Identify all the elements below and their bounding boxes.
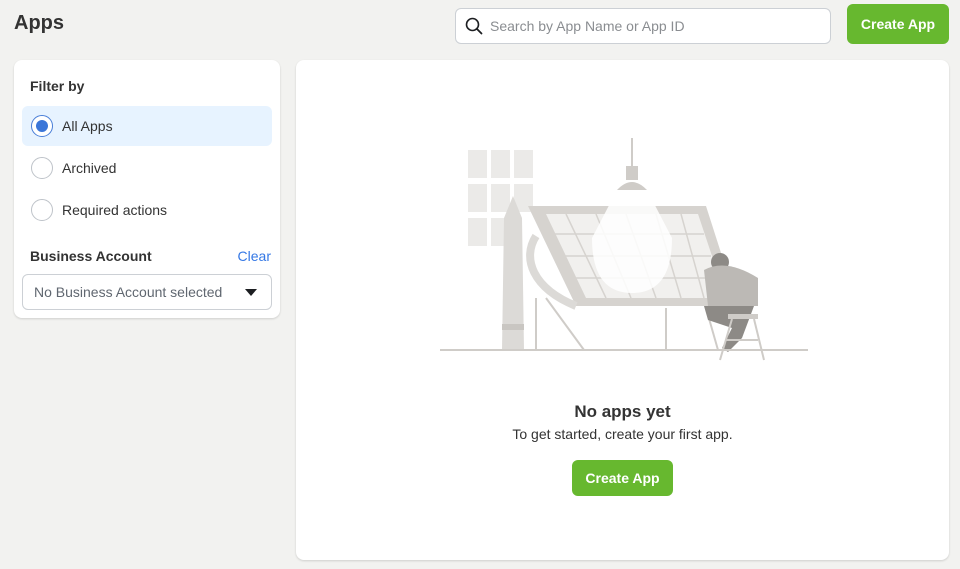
business-account-title: Business Account — [30, 248, 152, 264]
filter-title: Filter by — [30, 78, 85, 94]
empty-state-subtitle: To get started, create your first app. — [512, 426, 733, 442]
filter-panel: Filter by All Apps Archived Required act… — [14, 60, 280, 318]
filter-option-archived[interactable]: Archived — [22, 148, 272, 188]
filter-option-label: Required actions — [62, 202, 168, 218]
filter-option-all-apps[interactable]: All Apps — [22, 106, 272, 146]
clear-link[interactable]: Clear — [238, 248, 271, 264]
radio-selected[interactable] — [31, 115, 53, 137]
create-first-app-button[interactable]: Create App — [572, 460, 673, 496]
search-icon — [465, 17, 483, 35]
page-title: Apps — [14, 12, 64, 34]
search-box[interactable] — [455, 8, 831, 44]
business-account-select[interactable]: No Business Account selected — [22, 274, 272, 310]
empty-state-illustration — [440, 138, 808, 361]
search-input[interactable] — [490, 18, 810, 34]
caret-down-icon — [245, 288, 257, 296]
radio-unselected[interactable] — [31, 157, 53, 179]
filter-option-label: All Apps — [62, 118, 113, 134]
create-app-button[interactable]: Create App — [847, 4, 949, 44]
apps-main-panel: No apps yet To get started, create your … — [296, 60, 949, 560]
radio-unselected[interactable] — [31, 199, 53, 221]
filter-option-label: Archived — [62, 160, 117, 176]
filter-option-required-actions[interactable]: Required actions — [22, 190, 272, 230]
empty-state-title: No apps yet — [574, 402, 671, 421]
business-account-value: No Business Account selected — [34, 284, 223, 300]
